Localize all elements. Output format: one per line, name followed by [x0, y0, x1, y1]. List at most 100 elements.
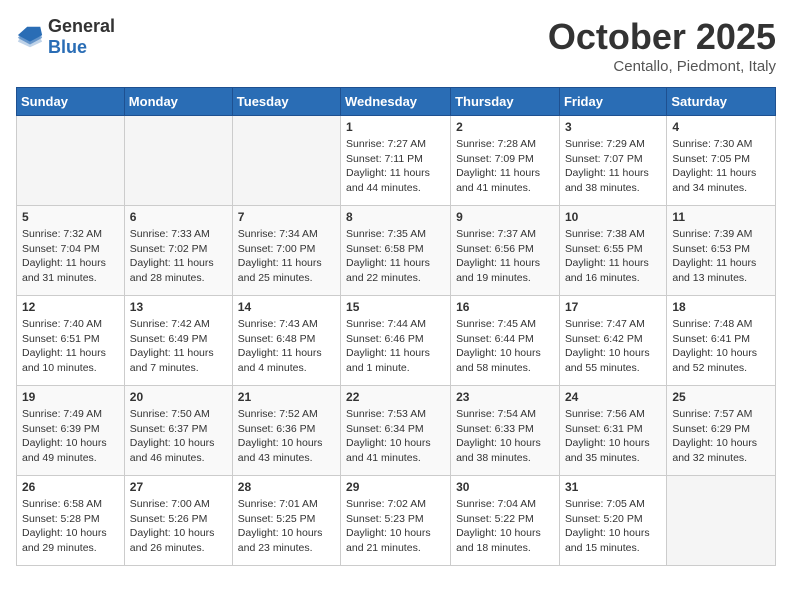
day-number: 14: [238, 300, 335, 314]
day-number: 19: [22, 390, 119, 404]
cell-info: Sunrise: 7:02 AMSunset: 5:23 PMDaylight:…: [346, 497, 445, 556]
sunrise-text: Sunrise: 7:53 AM: [346, 407, 445, 422]
logo-icon: [16, 23, 44, 51]
sunset-text: Sunset: 6:51 PM: [22, 332, 119, 347]
daylight-text: Daylight: 10 hours and 18 minutes.: [456, 526, 554, 555]
sunset-text: Sunset: 5:26 PM: [130, 512, 227, 527]
sunrise-text: Sunrise: 7:37 AM: [456, 227, 554, 242]
sunrise-text: Sunrise: 7:02 AM: [346, 497, 445, 512]
calendar-cell: 2Sunrise: 7:28 AMSunset: 7:09 PMDaylight…: [451, 116, 560, 206]
page-header: General Blue October 2025 Centallo, Pied…: [16, 16, 776, 75]
day-number: 8: [346, 210, 445, 224]
daylight-text: Daylight: 11 hours and 34 minutes.: [672, 166, 770, 195]
daylight-text: Daylight: 11 hours and 31 minutes.: [22, 256, 119, 285]
day-number: 29: [346, 480, 445, 494]
day-number: 17: [565, 300, 661, 314]
daylight-text: Daylight: 10 hours and 49 minutes.: [22, 436, 119, 465]
calendar-cell: 19 Sunrise: 7:49 AMSunset: 6:39 PMDayligh…: [17, 386, 125, 476]
daylight-text: Daylight: 11 hours and 41 minutes.: [456, 166, 554, 195]
day-number: 31: [565, 480, 661, 494]
logo-text: General Blue: [48, 16, 115, 58]
sunset-text: Sunset: 6:34 PM: [346, 422, 445, 437]
daylight-text: Daylight: 10 hours and 41 minutes.: [346, 436, 445, 465]
cell-info: Sunrise: 7:44 AMSunset: 6:46 PMDaylight:…: [346, 317, 445, 376]
calendar-cell: 3Sunrise: 7:29 AMSunset: 7:07 PMDaylight…: [559, 116, 666, 206]
calendar-cell: 7Sunrise: 7:34 AMSunset: 7:00 PMDaylight…: [232, 206, 340, 296]
cell-info: Sunrise: 7:39 AMSunset: 6:53 PMDaylight:…: [672, 227, 770, 286]
calendar-cell: 22 Sunrise: 7:53 AMSunset: 6:34 PMDayligh…: [341, 386, 451, 476]
sunrise-text: Sunrise: 7:56 AM: [565, 407, 661, 422]
sunrise-text: Sunrise: 7:28 AM: [456, 137, 554, 152]
day-number: 12: [22, 300, 119, 314]
day-number: 30: [456, 480, 554, 494]
daylight-text: Daylight: 11 hours and 38 minutes.: [565, 166, 661, 195]
daylight-text: Daylight: 11 hours and 7 minutes.: [130, 346, 227, 375]
sunset-text: Sunset: 6:55 PM: [565, 242, 661, 257]
sunrise-text: Sunrise: 7:05 AM: [565, 497, 661, 512]
day-number: 13: [130, 300, 227, 314]
sunset-text: Sunset: 6:42 PM: [565, 332, 661, 347]
calendar-cell: 15 Sunrise: 7:44 AMSunset: 6:46 PMDayligh…: [341, 296, 451, 386]
cell-info: Sunrise: 6:58 AMSunset: 5:28 PMDaylight:…: [22, 497, 119, 556]
calendar-cell: 16 Sunrise: 7:45 AMSunset: 6:44 PMDayligh…: [451, 296, 560, 386]
daylight-text: Daylight: 10 hours and 43 minutes.: [238, 436, 335, 465]
cell-info: Sunrise: 7:32 AMSunset: 7:04 PMDaylight:…: [22, 227, 119, 286]
sunset-text: Sunset: 6:49 PM: [130, 332, 227, 347]
cell-info: Sunrise: 7:33 AMSunset: 7:02 PMDaylight:…: [130, 227, 227, 286]
cell-info: Sunrise: 7:42 AMSunset: 6:49 PMDaylight:…: [130, 317, 227, 376]
day-number: 16: [456, 300, 554, 314]
daylight-text: Daylight: 10 hours and 58 minutes.: [456, 346, 554, 375]
calendar-week-row: 19 Sunrise: 7:49 AMSunset: 6:39 PMDayligh…: [17, 386, 776, 476]
sunrise-text: Sunrise: 7:35 AM: [346, 227, 445, 242]
cell-info: Sunrise: 7:29 AMSunset: 7:07 PMDaylight:…: [565, 137, 661, 196]
sunset-text: Sunset: 7:02 PM: [130, 242, 227, 257]
sunrise-text: Sunrise: 7:39 AM: [672, 227, 770, 242]
calendar-cell: 25Sunrise: 7:57 AMSunset: 6:29 PMDayligh…: [667, 386, 776, 476]
sunrise-text: Sunrise: 7:38 AM: [565, 227, 661, 242]
location: Centallo, Piedmont, Italy: [548, 58, 776, 75]
sunset-text: Sunset: 6:44 PM: [456, 332, 554, 347]
day-number: 9: [456, 210, 554, 224]
day-of-week-header: Thursday: [451, 88, 560, 116]
calendar-cell: 1Sunrise: 7:27 AMSunset: 7:11 PMDaylight…: [341, 116, 451, 206]
calendar-week-row: 5Sunrise: 7:32 AMSunset: 7:04 PMDaylight…: [17, 206, 776, 296]
daylight-text: Daylight: 11 hours and 25 minutes.: [238, 256, 335, 285]
logo-general: General: [48, 16, 115, 36]
daylight-text: Daylight: 11 hours and 19 minutes.: [456, 256, 554, 285]
sunrise-text: Sunrise: 7:52 AM: [238, 407, 335, 422]
sunrise-text: Sunrise: 7:43 AM: [238, 317, 335, 332]
daylight-text: Daylight: 10 hours and 38 minutes.: [456, 436, 554, 465]
sunrise-text: Sunrise: 7:30 AM: [672, 137, 770, 152]
cell-info: Sunrise: 7:49 AMSunset: 6:39 PMDaylight:…: [22, 407, 119, 466]
day-number: 22: [346, 390, 445, 404]
daylight-text: Daylight: 10 hours and 52 minutes.: [672, 346, 770, 375]
calendar-cell: 21Sunrise: 7:52 AMSunset: 6:36 PMDayligh…: [232, 386, 340, 476]
calendar-cell: 30Sunrise: 7:04 AMSunset: 5:22 PMDayligh…: [451, 476, 560, 566]
cell-info: Sunrise: 7:43 AMSunset: 6:48 PMDaylight:…: [238, 317, 335, 376]
cell-info: Sunrise: 7:45 AMSunset: 6:44 PMDaylight:…: [456, 317, 554, 376]
sunset-text: Sunset: 6:46 PM: [346, 332, 445, 347]
day-number: 23: [456, 390, 554, 404]
sunrise-text: Sunrise: 7:04 AM: [456, 497, 554, 512]
sunrise-text: Sunrise: 7:48 AM: [672, 317, 770, 332]
day-number: 7: [238, 210, 335, 224]
day-number: 4: [672, 120, 770, 134]
cell-info: Sunrise: 7:00 AMSunset: 5:26 PMDaylight:…: [130, 497, 227, 556]
daylight-text: Daylight: 11 hours and 44 minutes.: [346, 166, 445, 195]
day-of-week-header: Sunday: [17, 88, 125, 116]
day-number: 11: [672, 210, 770, 224]
cell-info: Sunrise: 7:53 AMSunset: 6:34 PMDaylight:…: [346, 407, 445, 466]
month-title: October 2025: [548, 16, 776, 58]
cell-info: Sunrise: 7:01 AMSunset: 5:25 PMDaylight:…: [238, 497, 335, 556]
sunset-text: Sunset: 7:07 PM: [565, 152, 661, 167]
sunset-text: Sunset: 7:04 PM: [22, 242, 119, 257]
sunset-text: Sunset: 6:33 PM: [456, 422, 554, 437]
sunrise-text: Sunrise: 7:57 AM: [672, 407, 770, 422]
day-number: 26: [22, 480, 119, 494]
day-number: 18: [672, 300, 770, 314]
sunrise-text: Sunrise: 7:34 AM: [238, 227, 335, 242]
day-number: 15: [346, 300, 445, 314]
sunset-text: Sunset: 6:39 PM: [22, 422, 119, 437]
calendar-cell: 24Sunrise: 7:56 AMSunset: 6:31 PMDayligh…: [559, 386, 666, 476]
daylight-text: Daylight: 10 hours and 35 minutes.: [565, 436, 661, 465]
